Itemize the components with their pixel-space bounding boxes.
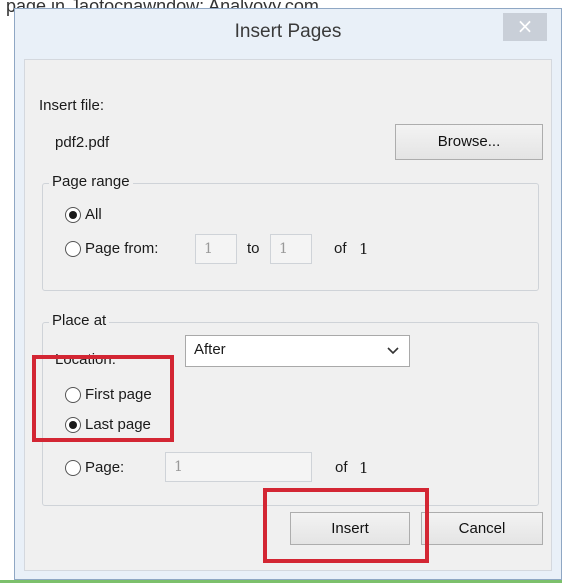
all-pages-label[interactable]: All <box>85 206 102 223</box>
all-pages-radio[interactable] <box>65 207 81 223</box>
insert-file-label: Insert file: <box>39 97 105 114</box>
to-label: to <box>247 240 260 257</box>
close-icon: × <box>516 14 534 38</box>
file-name: pdf2.pdf <box>55 134 110 151</box>
highlight-first-last-page <box>32 355 174 442</box>
page-from-input[interactable]: 1 <box>195 234 237 264</box>
page-to-input[interactable]: 1 <box>270 234 312 264</box>
place-at-legend: Place at <box>49 312 110 329</box>
dialog-title: Insert Pages <box>234 21 342 42</box>
location-select[interactable]: After <box>185 335 410 367</box>
of-label: of <box>334 240 347 257</box>
page-from-label[interactable]: Page from: <box>85 240 158 257</box>
page-number-input[interactable]: 1 <box>165 452 312 482</box>
close-button[interactable]: × <box>503 13 547 41</box>
page-range-legend: Page range <box>49 173 133 190</box>
location-value: After <box>194 341 226 358</box>
browse-button[interactable]: Browse... <box>395 124 543 160</box>
page-range-total: 1 <box>359 240 369 258</box>
page-from-radio[interactable] <box>65 241 81 257</box>
page-radio[interactable] <box>65 460 81 476</box>
place-of-label: of <box>335 459 348 476</box>
title-bar[interactable]: Insert Pages × <box>15 9 561 55</box>
page-label[interactable]: Page: <box>85 459 124 476</box>
place-total: 1 <box>359 459 369 477</box>
highlight-insert-button <box>263 488 429 563</box>
chevron-down-icon <box>387 347 399 355</box>
cancel-button[interactable]: Cancel <box>421 512 543 545</box>
